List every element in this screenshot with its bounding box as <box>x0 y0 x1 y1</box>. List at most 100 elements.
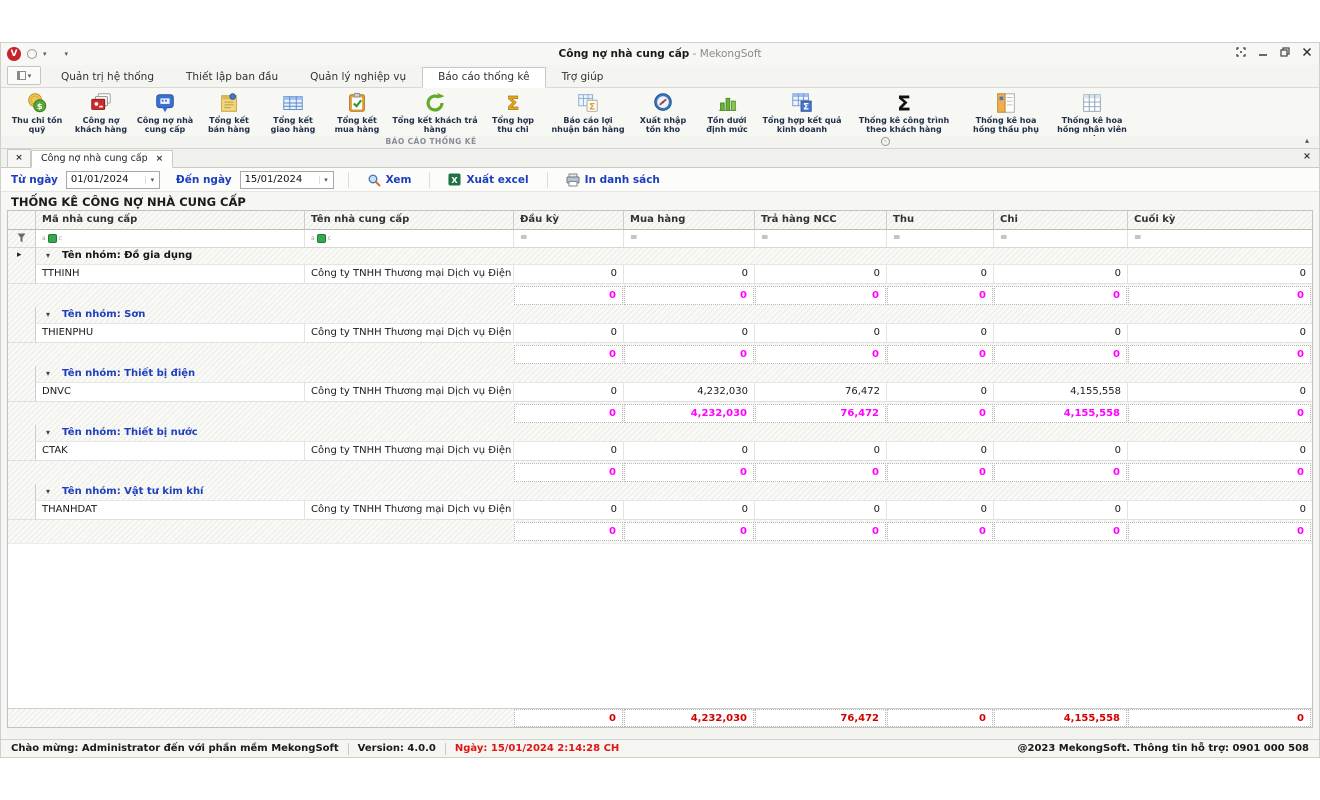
col-header-mua-hang[interactable]: Mua hàng <box>624 211 755 229</box>
view-button[interactable]: Xem <box>363 171 416 189</box>
cell-supplier: Công ty TNHH Thương mại Dịch vụ Điện nướ… <box>305 383 514 402</box>
data-row[interactable]: CTAK Công ty TNHH Thương mại Dịch vụ Điệ… <box>8 442 1312 461</box>
tool-cong-no-khach-hang[interactable]: Công nợ khách hàng <box>69 90 133 136</box>
col-header-thu[interactable]: Thu <box>887 211 994 229</box>
minimize-icon[interactable] <box>1257 46 1269 58</box>
tool-tong-ket-giao-hang[interactable]: Tổng kết giao hàng <box>261 90 325 136</box>
group-name[interactable]: ▾ Tên nhóm: Thiết bị điện <box>36 366 1312 383</box>
group-row[interactable]: ▾Tên nhóm: Sơn <box>8 307 1312 324</box>
svg-text:X: X <box>452 175 459 185</box>
filter-cell-chi[interactable]: = <box>994 230 1128 247</box>
supplier-debt-icon <box>153 91 177 115</box>
tool-cong-no-nha-cung-cap[interactable]: Công nợ nhà cung cấp <box>133 90 197 136</box>
doc-tab-cong-no-nha-cung-cap[interactable]: Công nợ nhà cung cấp × <box>31 150 173 168</box>
coins-icon: $ <box>25 91 49 115</box>
close-tab-icon[interactable]: × <box>156 154 164 164</box>
tool-tong-ket-ban-hang[interactable]: Tổng kết bán hàng <box>197 90 261 136</box>
spacer <box>36 345 305 364</box>
close-all-tabs-button[interactable]: × <box>7 149 31 167</box>
tool-thong-ke-hoa-hong-thau-phu[interactable]: Thống kê hoa hồng thầu phụ <box>963 90 1049 136</box>
from-date-picker[interactable]: 01/01/2024 ▾ <box>66 171 160 189</box>
group-row[interactable]: ▾Tên nhóm: Vật tư kim khí <box>8 484 1312 501</box>
col-header-tra-hang-ncc[interactable]: Trả hàng NCC <box>755 211 887 229</box>
group-name[interactable]: ▾Tên nhóm: Đồ gia dụng <box>36 248 1312 265</box>
row-indicator <box>8 366 36 383</box>
close-document-icon[interactable]: × <box>1303 151 1311 162</box>
tool-ton-duoi-dinh-muc[interactable]: Tồn dưới định mức <box>695 90 759 136</box>
data-row[interactable]: THIENPHU Công ty TNHH Thương mại Dịch vụ… <box>8 324 1312 343</box>
col-header-chi[interactable]: Chi <box>994 211 1128 229</box>
ribbon-tab-bao-cao-thong-ke[interactable]: Báo cáo thống kê <box>422 67 545 88</box>
search-icon <box>367 173 381 187</box>
subtotal-tra-hang: 0 <box>755 345 886 364</box>
data-row[interactable]: TTHINH Công ty TNHH Thương mại Dịch vụ Đ… <box>8 265 1312 284</box>
chevron-down-icon[interactable]: ▾ <box>145 176 159 184</box>
from-date-label: Từ ngày <box>11 174 58 186</box>
grid-header-row: Mã nhà cung cấp Tên nhà cung cấp Đầu kỳ … <box>8 211 1312 230</box>
close-icon[interactable] <box>1301 46 1313 58</box>
group-name[interactable]: ▾Tên nhóm: Sơn <box>36 307 1312 324</box>
tool-label: Tổng hợp kết quả kinh doanh <box>762 116 842 134</box>
filter-cell-ten[interactable]: ac <box>305 230 514 247</box>
group-row[interactable]: ▾Tên nhóm: Thiết bị nước <box>8 425 1312 442</box>
grand-total-row: 0 4,232,030 76,472 0 4,155,558 0 <box>8 708 1312 727</box>
group-row[interactable]: ▾ Tên nhóm: Thiết bị điện <box>8 366 1312 383</box>
tool-tong-hop-ket-qua-kinh-doanh[interactable]: Σ Tổng hợp kết quả kinh doanh <box>759 90 845 136</box>
fullscreen-icon[interactable] <box>1235 46 1247 58</box>
spacer <box>305 709 514 727</box>
collapse-group-icon[interactable]: ▾ <box>46 307 50 323</box>
col-header-ten-nha-cung-cap[interactable]: Tên nhà cung cấp <box>305 211 514 229</box>
cell-tra-hang: 0 <box>755 324 887 343</box>
tool-tong-ket-mua-hang[interactable]: Tổng kết mua hàng <box>325 90 389 136</box>
export-excel-button[interactable]: X Xuất excel <box>444 171 532 188</box>
filter-cell-dau-ky[interactable]: = <box>514 230 624 247</box>
subtotal-mua-hang: 0 <box>624 463 754 482</box>
ribbon-tab-strip: ▾ Quản trị hệ thống Thiết lập ban đầu Qu… <box>1 65 1319 89</box>
collapse-group-icon[interactable]: ▾ <box>46 484 50 500</box>
to-date-picker[interactable]: 15/01/2024 ▾ <box>240 171 334 189</box>
ribbon-tab-quan-ly-nghiep-vu[interactable]: Quản lý nghiệp vụ <box>294 67 422 88</box>
filter-cell-thu[interactable]: = <box>887 230 994 247</box>
ribbon-tab-quan-tri-he-thong[interactable]: Quản trị hệ thống <box>45 67 170 88</box>
collapse-group-icon[interactable]: ▾ <box>46 366 50 382</box>
filter-cell-mua-hang[interactable]: = <box>624 230 755 247</box>
data-row[interactable]: THANHDAT Công ty TNHH Thương mại Dịch vụ… <box>8 501 1312 520</box>
group-name-label: Tên nhóm: Thiết bị điện <box>62 368 195 379</box>
tool-thong-ke-cong-trinh-theo-khach-hang[interactable]: Σ Thống kê công trình theo khách hàng <box>845 90 963 136</box>
group-row[interactable]: ▸ ▾Tên nhóm: Đồ gia dụng <box>8 248 1312 265</box>
application-menu-button[interactable]: ▾ <box>7 66 41 85</box>
collapse-group-icon[interactable]: ▾ <box>46 248 50 264</box>
col-header-cuoi-ky[interactable]: Cuối kỳ <box>1128 211 1312 229</box>
ribbon-tab-thiet-lap-ban-dau[interactable]: Thiết lập ban đầu <box>170 67 294 88</box>
filter-cell-cuoi-ky[interactable]: = <box>1128 230 1312 247</box>
data-row[interactable]: DNVC Công ty TNHH Thương mại Dịch vụ Điệ… <box>8 383 1312 402</box>
tool-thong-ke-hoa-hong-nhan-vien-sale[interactable]: Thống kê hoa hồng nhân viên sale <box>1049 90 1135 136</box>
export-excel-label: Xuất excel <box>466 174 528 186</box>
tool-tong-ket-khach-tra-hang[interactable]: Tổng kết khách trả hàng <box>389 90 481 136</box>
subtotal-tra-hang: 0 <box>755 286 886 305</box>
cell-cuoi-ky: 0 <box>1128 501 1312 520</box>
chevron-down-icon: ▾ <box>28 72 32 80</box>
tool-thu-chi-ton-quy[interactable]: $ Thu chi tồn quỹ <box>5 90 69 136</box>
tool-bao-cao-loi-nhuan-ban-hang[interactable]: Σ Báo cáo lợi nhuận bán hàng <box>545 90 631 136</box>
group-name[interactable]: ▾Tên nhóm: Thiết bị nước <box>36 425 1312 442</box>
returns-refresh-icon <box>423 91 447 115</box>
filter-cell-tra-hang[interactable]: = <box>755 230 887 247</box>
col-header-ma-nha-cung-cap[interactable]: Mã nhà cung cấp <box>36 211 305 229</box>
filter-cell-ma[interactable]: ac <box>36 230 305 247</box>
chevron-down-icon[interactable]: ▾ <box>319 176 333 184</box>
tool-label: Báo cáo lợi nhuận bán hàng <box>548 116 628 134</box>
dialog-launcher-icon[interactable]: ◦ <box>881 137 890 146</box>
group-name[interactable]: ▾Tên nhóm: Vật tư kim khí <box>36 484 1312 501</box>
cell-mua-hang: 0 <box>624 265 755 284</box>
row-indicator <box>8 442 36 461</box>
restore-icon[interactable] <box>1279 46 1291 58</box>
tool-xuat-nhap-ton-kho[interactable]: Xuất nhập tồn kho <box>631 90 695 136</box>
collapse-group-icon[interactable]: ▾ <box>46 425 50 441</box>
ribbon-tab-tro-giup[interactable]: Trợ giúp <box>546 67 620 88</box>
print-list-button[interactable]: In danh sách <box>562 171 664 189</box>
tool-tong-hop-thu-chi[interactable]: Σ Tổng hợp thu chi <box>481 90 545 136</box>
col-header-dau-ky[interactable]: Đầu kỳ <box>514 211 624 229</box>
cell-supplier: Công ty TNHH Thương mại Dịch vụ Điện nướ… <box>305 324 514 343</box>
collapse-ribbon-icon[interactable]: ▴ <box>1305 136 1309 145</box>
